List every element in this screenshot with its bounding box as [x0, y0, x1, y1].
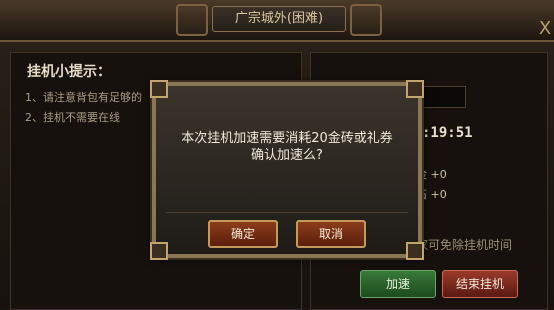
dialog-message-line: 本次挂机加速需要消耗20金砖或礼券 [181, 131, 393, 146]
free-time-text: 家可免除挂机时间 [416, 238, 513, 252]
remaining-timer: :19:51 [422, 125, 473, 141]
end-afk-button[interactable]: 结束挂机 [442, 270, 518, 298]
tip-line: 2、挂机不需要在线 [25, 111, 120, 124]
tips-heading: 挂机小提示： [27, 64, 111, 80]
title-bar: 广宗城外(困难) X [0, 0, 554, 42]
dialog-message-line: 确认加速么? [251, 148, 323, 163]
corner-ornament-icon [406, 80, 424, 98]
dialog-message: 本次挂机加速需要消耗20金砖或礼券 确认加速么? [156, 130, 418, 164]
corner-ornament-icon [406, 242, 424, 260]
ornament-left-icon [176, 4, 208, 36]
divider [166, 212, 408, 213]
cancel-button[interactable]: 取消 [296, 220, 366, 248]
corner-ornament-icon [150, 242, 168, 260]
confirm-dialog: 本次挂机加速需要消耗20金砖或礼券 确认加速么? 确定 取消 [150, 80, 424, 260]
confirm-button[interactable]: 确定 [208, 220, 278, 248]
accelerate-button[interactable]: 加速 [360, 270, 436, 298]
corner-ornament-icon [150, 80, 168, 98]
tip-line: 1、请注意背包有足够的 [25, 91, 142, 104]
ornament-right-icon [350, 4, 382, 36]
close-icon[interactable]: X [536, 18, 554, 40]
window-title: 广宗城外(困难) [212, 6, 346, 32]
